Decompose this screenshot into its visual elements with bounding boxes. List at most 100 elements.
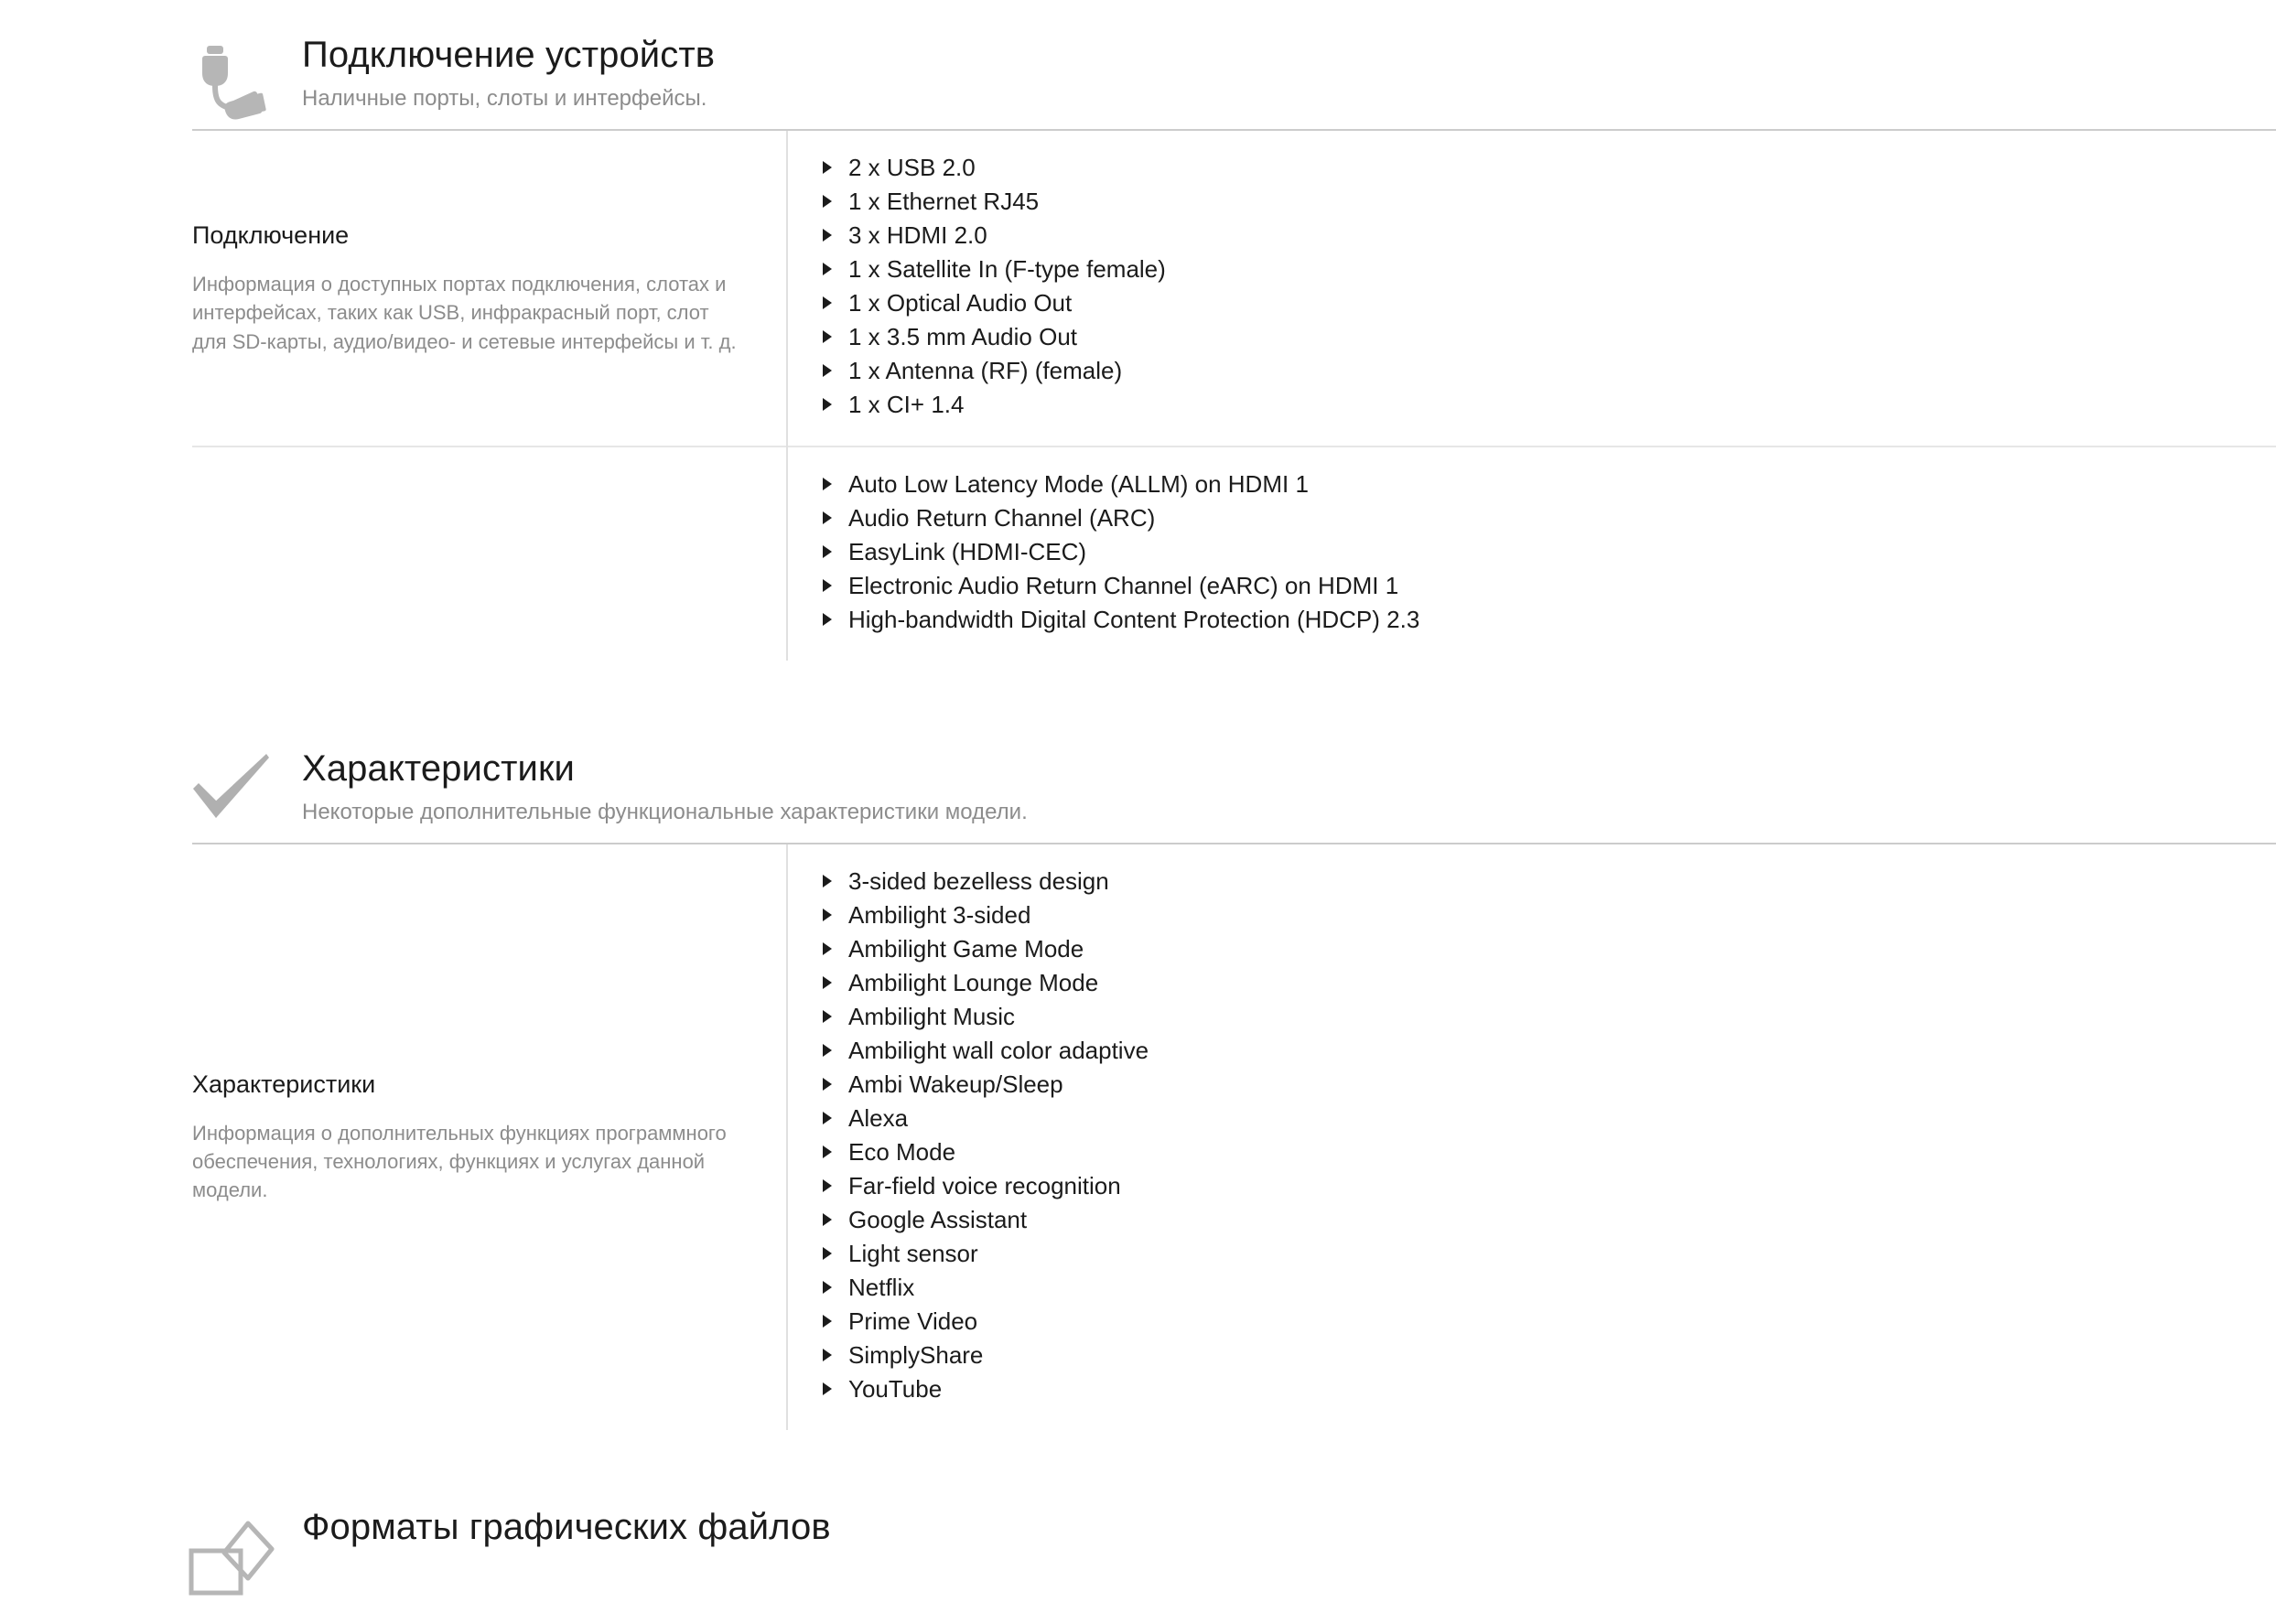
list-item-label: Google Assistant	[848, 1205, 1028, 1233]
triangle-bullet-icon	[823, 263, 832, 276]
table-row: Auto Low Latency Mode (ALLM) on HDMI 1 A…	[192, 445, 2276, 661]
specifications-page: Подключение устройств Наличные порты, сл…	[0, 0, 2276, 1624]
list-item: 1 x Optical Audio Out	[819, 286, 2276, 320]
section-header-features: Характеристики Некоторые дополнительные …	[0, 748, 2276, 826]
list-item: 1 x 3.5 mm Audio Out	[819, 320, 2276, 354]
list-item-label: Ambi Wakeup/Sleep	[848, 1070, 1063, 1098]
list-item: Netflix	[819, 1271, 2276, 1305]
triangle-bullet-icon	[823, 364, 832, 378]
triangle-bullet-icon	[823, 1247, 832, 1261]
list-item-label: SimplyShare	[848, 1340, 984, 1369]
triangle-bullet-icon	[823, 976, 832, 990]
table-row: Подключение Информация о доступных порта…	[192, 130, 2276, 446]
spec-label-description: Информация о доступных портах подключени…	[192, 273, 737, 353]
spec-values-cell: Auto Low Latency Mode (ALLM) on HDMI 1 A…	[786, 445, 2276, 661]
section-connectivity: Подключение устройств Наличные порты, сл…	[0, 0, 2276, 661]
list-item-label: 1 x Satellite In (F-type female)	[848, 254, 1166, 283]
list-item-label: Eco Mode	[848, 1137, 956, 1166]
value-list: 3-sided bezelless design Ambilight 3-sid…	[819, 865, 2276, 1406]
list-item: 2 x USB 2.0	[819, 151, 2276, 185]
triangle-bullet-icon	[823, 296, 832, 310]
list-item-label: Auto Low Latency Mode (ALLM) on HDMI 1	[848, 469, 1309, 498]
spec-label-description: Информация о дополнительных функциях про…	[192, 1121, 727, 1202]
triangle-bullet-icon	[823, 1145, 832, 1159]
list-item: EasyLink (HDMI-CEC)	[819, 535, 2276, 569]
image-formats-icon	[186, 1509, 277, 1600]
triangle-bullet-icon	[823, 1112, 832, 1125]
triangle-bullet-icon	[823, 511, 832, 525]
section-title: Характеристики	[302, 747, 575, 789]
triangle-bullet-icon	[823, 545, 832, 559]
list-item: YouTube	[819, 1372, 2276, 1406]
list-item: Google Assistant	[819, 1203, 2276, 1237]
list-item-label: EasyLink (HDMI-CEC)	[848, 537, 1087, 565]
section-features: Характеристики Некоторые дополнительные …	[0, 748, 2276, 1430]
triangle-bullet-icon	[823, 1044, 832, 1058]
section-subtitle: Некоторые дополнительные функциональные …	[302, 799, 1028, 824]
value-list: 2 x USB 2.0 1 x Ethernet RJ45 3 x HDMI 2…	[819, 151, 2276, 422]
spec-table-connectivity: Подключение Информация о доступных порта…	[192, 130, 2276, 661]
list-item-label: Ambilight Music	[848, 1002, 1016, 1030]
triangle-bullet-icon	[823, 1179, 832, 1193]
spec-label-cell: Подключение Информация о доступных порта…	[192, 131, 787, 446]
section-title: Форматы графических файлов	[302, 1506, 831, 1547]
spec-label-title: Характеристики	[192, 1070, 376, 1098]
triangle-bullet-icon	[823, 161, 832, 175]
triangle-bullet-icon	[823, 1078, 832, 1092]
spec-values-cell: 2 x USB 2.0 1 x Ethernet RJ45 3 x HDMI 2…	[786, 130, 2276, 446]
list-item: Ambilight Lounge Mode	[819, 966, 2276, 1000]
list-item: 1 x Antenna (RF) (female)	[819, 354, 2276, 388]
list-item: Electronic Audio Return Channel (eARC) o…	[819, 569, 2276, 603]
triangle-bullet-icon	[823, 195, 832, 209]
list-item-label: 3 x HDMI 2.0	[848, 220, 987, 249]
list-item: 3 x HDMI 2.0	[819, 219, 2276, 253]
list-item-label: Far-field voice recognition	[848, 1171, 1121, 1199]
list-item: Alexa	[819, 1102, 2276, 1135]
section-subtitle: Наличные порты, слоты и интерфейсы.	[302, 85, 707, 111]
list-item-label: Electronic Audio Return Channel (eARC) o…	[848, 571, 1399, 599]
list-item-label: Alexa	[848, 1103, 909, 1132]
triangle-bullet-icon	[823, 1315, 832, 1328]
spec-label-cell: Характеристики Информация о дополнительн…	[192, 844, 787, 1430]
list-item: Ambi Wakeup/Sleep	[819, 1068, 2276, 1102]
list-item: Ambilight Music	[819, 1000, 2276, 1034]
triangle-bullet-icon	[823, 613, 832, 627]
spec-values-cell: 3-sided bezelless design Ambilight 3-sid…	[786, 844, 2276, 1430]
triangle-bullet-icon	[823, 478, 832, 491]
spec-label-title: Подключение	[192, 220, 350, 249]
triangle-bullet-icon	[823, 1010, 832, 1024]
list-item: 3-sided bezelless design	[819, 865, 2276, 898]
triangle-bullet-icon	[823, 330, 832, 344]
spec-label-cell	[192, 445, 787, 661]
list-item: 1 x Ethernet RJ45	[819, 185, 2276, 219]
section-header-connectivity: Подключение устройств Наличные порты, сл…	[0, 35, 2276, 120]
list-item: High-bandwidth Digital Content Protectio…	[819, 603, 2276, 637]
list-item-label: Prime Video	[848, 1307, 978, 1335]
list-item-label: Light sensor	[848, 1239, 978, 1267]
list-item-label: YouTube	[848, 1374, 943, 1403]
section-header-graphics-formats: Форматы графических файлов	[0, 1507, 2276, 1596]
list-item: SimplyShare	[819, 1339, 2276, 1372]
section-title-block: Форматы графических файлов	[192, 1507, 831, 1548]
triangle-bullet-icon	[823, 942, 832, 956]
list-item: Ambilight 3-sided	[819, 898, 2276, 932]
list-item: Ambilight Game Mode	[819, 932, 2276, 966]
list-item: Auto Low Latency Mode (ALLM) on HDMI 1	[819, 468, 2276, 501]
list-item-label: High-bandwidth Digital Content Protectio…	[848, 605, 1420, 633]
triangle-bullet-icon	[823, 1382, 832, 1396]
list-item: 1 x CI+ 1.4	[819, 388, 2276, 422]
list-item-label: Netflix	[848, 1273, 915, 1301]
list-item: Eco Mode	[819, 1135, 2276, 1169]
value-list: Auto Low Latency Mode (ALLM) on HDMI 1 A…	[819, 468, 2276, 637]
list-item: 1 x Satellite In (F-type female)	[819, 253, 2276, 286]
list-item: Far-field voice recognition	[819, 1169, 2276, 1203]
list-item-label: Ambilight 3-sided	[848, 900, 1031, 929]
triangle-bullet-icon	[823, 229, 832, 242]
cable-plug-icon	[186, 35, 277, 126]
list-item-label: 1 x Optical Audio Out	[848, 288, 1073, 317]
table-row: Характеристики Информация о дополнительн…	[192, 844, 2276, 1430]
triangle-bullet-icon	[823, 909, 832, 922]
list-item-label: Ambilight Game Mode	[848, 934, 1084, 963]
